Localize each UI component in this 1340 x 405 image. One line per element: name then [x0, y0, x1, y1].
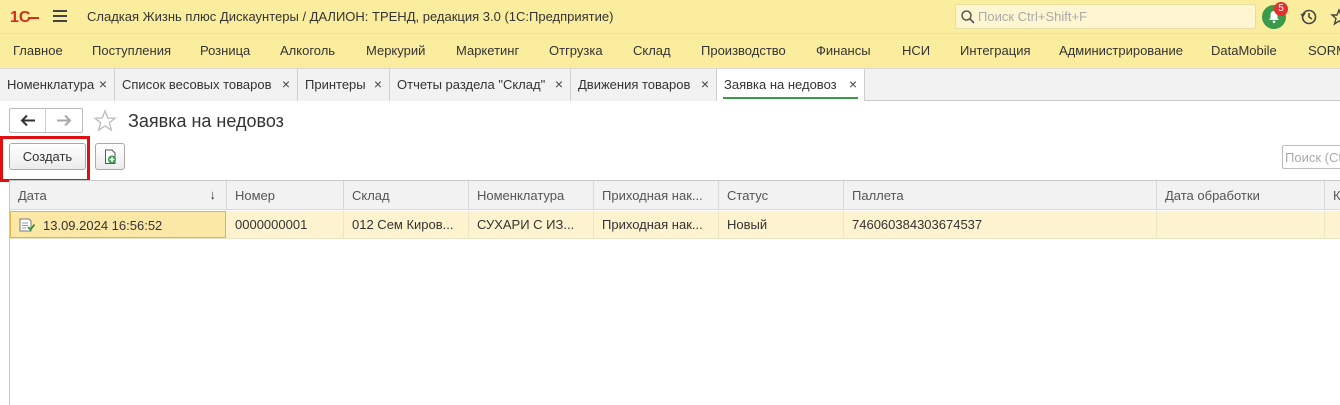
list-search[interactable] [1282, 145, 1340, 169]
menu-item-datamobile[interactable]: DataMobile [1211, 43, 1277, 58]
cell-invoice[interactable]: Приходная нак... [594, 211, 719, 238]
tab-nomenclature[interactable]: Номенклатура × [0, 69, 115, 101]
menu-item-receipts[interactable]: Поступления [92, 43, 171, 58]
close-icon[interactable]: × [555, 76, 563, 92]
arrow-left-icon [20, 114, 35, 127]
cell-number[interactable]: 0000000001 [227, 211, 344, 238]
cell-warehouse[interactable]: 012 Сем Киров... [344, 211, 469, 238]
tab-shortage-request[interactable]: Заявка на недовоз × [717, 69, 865, 101]
cell-date[interactable]: 13.09.2024 16:56:52 [10, 211, 226, 238]
column-label: Склад [352, 188, 390, 203]
column-header-number[interactable]: Номер [227, 181, 344, 210]
forward-button[interactable] [46, 109, 82, 132]
close-icon[interactable]: × [99, 76, 107, 92]
open-windows-bar: Номенклатура × Список весовых товаров × … [0, 68, 1340, 101]
app-title: Сладкая Жизнь плюс Дискаунтеры / ДАЛИОН:… [87, 9, 614, 24]
menu-item-production[interactable]: Производство [701, 43, 786, 58]
back-button[interactable] [10, 109, 46, 132]
column-label: Дата обработки [1165, 188, 1260, 203]
tab-label: Заявка на недовоз [724, 77, 837, 92]
table-row[interactable]: 13.09.2024 16:56:52 0000000001 012 Сем К… [10, 211, 1340, 239]
column-header-nomenclature[interactable]: Номенклатура [469, 181, 594, 210]
cell-pallet[interactable]: 746060384303674537 [844, 211, 1157, 238]
close-icon[interactable]: × [374, 76, 382, 92]
copy-document-button[interactable] [95, 143, 125, 170]
cell-text: 012 Сем Киров... [352, 217, 454, 232]
tab-weight-goods[interactable]: Список весовых товаров × [115, 69, 298, 101]
tab-goods-movements[interactable]: Движения товаров × [571, 69, 717, 101]
create-button[interactable]: Создать [9, 143, 86, 170]
menu-item-finance[interactable]: Финансы [816, 43, 871, 58]
menu-item-integration[interactable]: Интеграция [960, 43, 1031, 58]
menu-item-retail[interactable]: Розница [200, 43, 250, 58]
column-label: К [1333, 188, 1340, 203]
navigation-buttons [9, 108, 83, 133]
cell-status[interactable]: Новый [719, 211, 844, 238]
close-icon[interactable]: × [282, 76, 290, 92]
table-header: Дата ↓ Номер Склад Номенклатура Приходна… [10, 180, 1340, 210]
column-label: Номенклатура [477, 188, 565, 203]
title-bar: 1С Сладкая Жизнь плюс Дискаунтеры / ДАЛИ… [0, 0, 1340, 33]
favorites-icon[interactable] [1330, 8, 1340, 26]
menu-item-warehouse[interactable]: Склад [633, 43, 671, 58]
tab-label: Номенклатура [7, 77, 95, 92]
column-header-date[interactable]: Дата ↓ [10, 181, 227, 210]
column-label: Статус [727, 188, 769, 203]
cell-text: 0000000001 [235, 217, 308, 232]
search-icon [961, 10, 975, 24]
document-posted-icon [19, 218, 35, 232]
sort-arrow-icon: ↓ [209, 187, 217, 202]
menu-item-alcohol[interactable]: Алкоголь [280, 43, 335, 58]
cell-text: Новый [727, 217, 768, 232]
list-search-input[interactable] [1285, 148, 1340, 166]
column-label: Дата [18, 188, 47, 203]
sections-menu: Главное Поступления Розница Алкоголь Мер… [0, 33, 1340, 68]
main-menu-icon[interactable] [53, 10, 67, 22]
active-tab-indicator [723, 97, 858, 99]
tab-label: Отчеты раздела "Склад" [397, 77, 546, 92]
menu-item-main[interactable]: Главное [13, 43, 63, 58]
cell-text: 13.09.2024 16:56:52 [43, 218, 163, 233]
menu-item-administration[interactable]: Администрирование [1059, 43, 1183, 58]
menu-item-shipment[interactable]: Отгрузка [549, 43, 603, 58]
add-document-icon [105, 149, 116, 164]
column-header-extra[interactable]: К [1325, 181, 1340, 210]
favorite-star-icon[interactable] [93, 109, 117, 133]
column-header-pallet[interactable]: Паллета [844, 181, 1157, 210]
svg-text:1С: 1С [10, 9, 31, 25]
tab-label: Список весовых товаров [122, 77, 272, 92]
global-search-input[interactable] [978, 7, 1248, 26]
column-header-status[interactable]: Статус [719, 181, 844, 210]
cell-text: СУХАРИ С ИЗ... [477, 217, 575, 232]
column-header-processed-date[interactable]: Дата обработки [1157, 181, 1325, 210]
close-icon[interactable]: × [701, 76, 709, 92]
column-header-invoice[interactable]: Приходная нак... [594, 181, 719, 210]
cell-text: 746060384303674537 [852, 217, 983, 232]
arrow-right-icon [57, 114, 72, 127]
tab-printers[interactable]: Принтеры × [298, 69, 390, 101]
tab-label: Движения товаров [578, 77, 691, 92]
documents-table: Дата ↓ Номер Склад Номенклатура Приходна… [9, 180, 1340, 405]
column-header-warehouse[interactable]: Склад [344, 181, 469, 210]
close-icon[interactable]: × [849, 76, 857, 92]
cell-nomenclature[interactable]: СУХАРИ С ИЗ... [469, 211, 594, 238]
menu-item-nsi[interactable]: НСИ [902, 43, 930, 58]
column-label: Паллета [852, 188, 904, 203]
global-search[interactable] [955, 4, 1256, 29]
cell-processed-date[interactable] [1157, 211, 1325, 238]
cell-text: Приходная нак... [602, 217, 703, 232]
column-label: Номер [235, 188, 276, 203]
menu-item-mercury[interactable]: Меркурий [366, 43, 425, 58]
tab-label: Принтеры [305, 77, 366, 92]
menu-item-sorm[interactable]: SORM [1308, 43, 1340, 58]
form-title: Заявка на недовоз [128, 111, 284, 131]
column-label: Приходная нак... [602, 188, 703, 203]
menu-item-marketing[interactable]: Маркетинг [456, 43, 519, 58]
notifications-badge: 5 [1274, 2, 1288, 16]
tab-warehouse-reports[interactable]: Отчеты раздела "Склад" × [390, 69, 571, 101]
history-icon[interactable] [1300, 8, 1318, 26]
1c-logo[interactable]: 1С [10, 7, 40, 25]
